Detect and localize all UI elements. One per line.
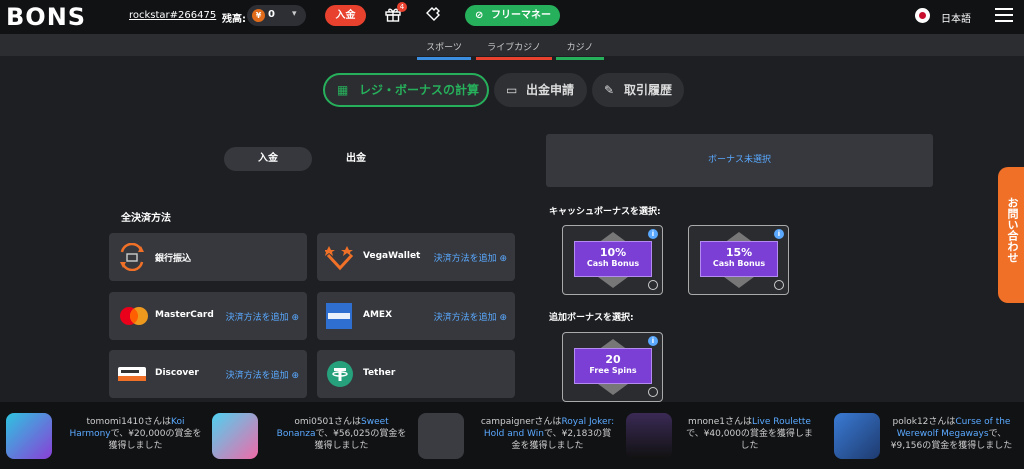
bonus-radio[interactable] [648,387,658,397]
bonus-calculator-tab[interactable]: ▦ レジ・ボーナスの計算 [323,73,489,107]
game-thumbnail[interactable] [626,413,672,459]
ticker-item[interactable]: campaignerさんはRoyal Joker: Hold and Winで、… [418,402,618,469]
payment-name: Tether [363,368,396,378]
category-nav: スポーツ ライブカジノ カジノ [0,34,1024,60]
ticket-icon: ⊘ [475,10,484,21]
withdraw-request-tab[interactable]: ▭ 出金申請 [494,73,587,107]
info-icon[interactable]: i [648,229,658,239]
game-thumbnail[interactable] [6,413,52,459]
mastercard-icon [117,302,148,330]
discover-icon [117,360,147,388]
yen-coin-icon: ¥ [252,9,265,22]
language-selector[interactable]: 日本語 [941,10,971,25]
tether-icon [325,360,355,388]
username-link[interactable]: rockstar#266475 [129,10,216,21]
balance-value: 0 [268,9,275,20]
wallet-icon: ▭ [506,83,518,97]
balance-dropdown[interactable]: ¥ 0 ▾ [247,5,306,26]
tab-live-casino[interactable]: ライブカジノ [476,40,552,60]
puzzle-icon[interactable] [425,6,441,26]
vegawallet-icon [323,243,355,271]
info-icon[interactable]: i [648,336,658,346]
bonus-radio[interactable] [648,280,658,290]
bonus-tag: 10% Cash Bonus [574,241,652,277]
menu-icon[interactable] [995,8,1013,22]
payment-name: Discover [155,368,199,378]
game-thumbnail[interactable] [212,413,258,459]
extra-bonus-label: 追加ボーナスを選択: [549,313,634,323]
bonus-radio[interactable] [774,280,784,290]
add-payment-link[interactable]: 決済方法を追加 ⊕ [434,251,507,264]
bank-transfer-icon [117,242,147,272]
ticker-item[interactable]: mnone1さんはLive Rouletteで、¥40,000の賞金を獲得しまし… [626,402,826,469]
contact-us-tab[interactable]: お問い合わせ [998,167,1024,303]
contact-label: お問い合わせ [1006,197,1019,263]
add-payment-link[interactable]: 決済方法を追加 ⊕ [434,310,507,323]
payment-mastercard[interactable]: MasterCard 決済方法を追加 ⊕ [109,292,307,340]
tab-sports[interactable]: スポーツ [417,40,471,60]
deposit-toggle[interactable]: 入金 [224,147,312,171]
brand-logo[interactable]: BONS [6,3,86,31]
withdraw-toggle[interactable]: 出金 [318,147,394,171]
gift-count-badge: 4 [397,2,407,12]
bonus-tag: 20 Free Spins [574,348,652,384]
game-thumbnail[interactable] [834,413,880,459]
ticket-icon: ✎ [604,83,615,97]
winners-ticker: tomomi1410さんはKoi Harmonyで、¥20,000の賞金を獲得し… [0,402,1024,469]
japan-flag-icon[interactable] [915,8,930,23]
cash-bonus-card-15[interactable]: 15% Cash Bonus i [688,225,789,295]
balance-label: 残高: [222,14,246,25]
info-icon[interactable]: i [774,229,784,239]
selected-bonus-display: ボーナス未選択 [546,134,933,187]
payment-name: 銀行振込 [155,254,192,264]
free-money-button[interactable]: ⊘ フリーマネー [465,5,560,26]
add-payment-link[interactable]: 決済方法を追加 ⊕ [226,368,299,381]
payment-name: AMEX [363,310,393,320]
payment-bank-transfer[interactable]: 銀行振込 [109,233,307,281]
ticker-item[interactable]: tomomi1410さんはKoi Harmonyで、¥20,000の賞金を獲得し… [6,402,206,469]
payment-tether[interactable]: Tether [317,350,515,398]
transaction-history-tab[interactable]: ✎ 取引履歴 [592,73,684,107]
payment-discover[interactable]: Discover 決済方法を追加 ⊕ [109,350,307,398]
calculator-icon: ▦ [337,83,349,97]
free-money-label: フリーマネー [491,10,551,21]
chevron-down-icon: ▾ [292,9,297,19]
free-spins-card-20[interactable]: 20 Free Spins i [562,332,663,402]
payment-amex[interactable]: AMEX 決済方法を追加 ⊕ [317,292,515,340]
deposit-button[interactable]: 入金 [325,5,366,26]
payment-name: MasterCard [155,310,214,320]
add-payment-link[interactable]: 決済方法を追加 ⊕ [226,310,299,323]
payment-name: VegaWallet [363,251,421,261]
tab-casino[interactable]: カジノ [556,40,604,60]
amex-icon [325,302,355,330]
cash-bonus-label: キャッシュボーナスを選択: [549,207,661,217]
payment-section-title: 全決済方法 [121,213,171,224]
ticker-item[interactable]: polok12さんはCurse of the Werewolf Megaways… [834,402,1020,469]
cash-bonus-card-10[interactable]: 10% Cash Bonus i [562,225,663,295]
ticker-item[interactable]: omi0501さんはSweet Bonanzaで、¥56,025の賞金を獲得しま… [212,402,412,469]
payment-vegawallet[interactable]: VegaWallet 決済方法を追加 ⊕ [317,233,515,281]
top-header: BONS rockstar#266475 残高: ¥ 0 ▾ 入金 4 ⊘ フリ… [0,0,1024,34]
game-thumbnail[interactable] [418,413,464,459]
bonus-tag: 15% Cash Bonus [700,241,778,277]
